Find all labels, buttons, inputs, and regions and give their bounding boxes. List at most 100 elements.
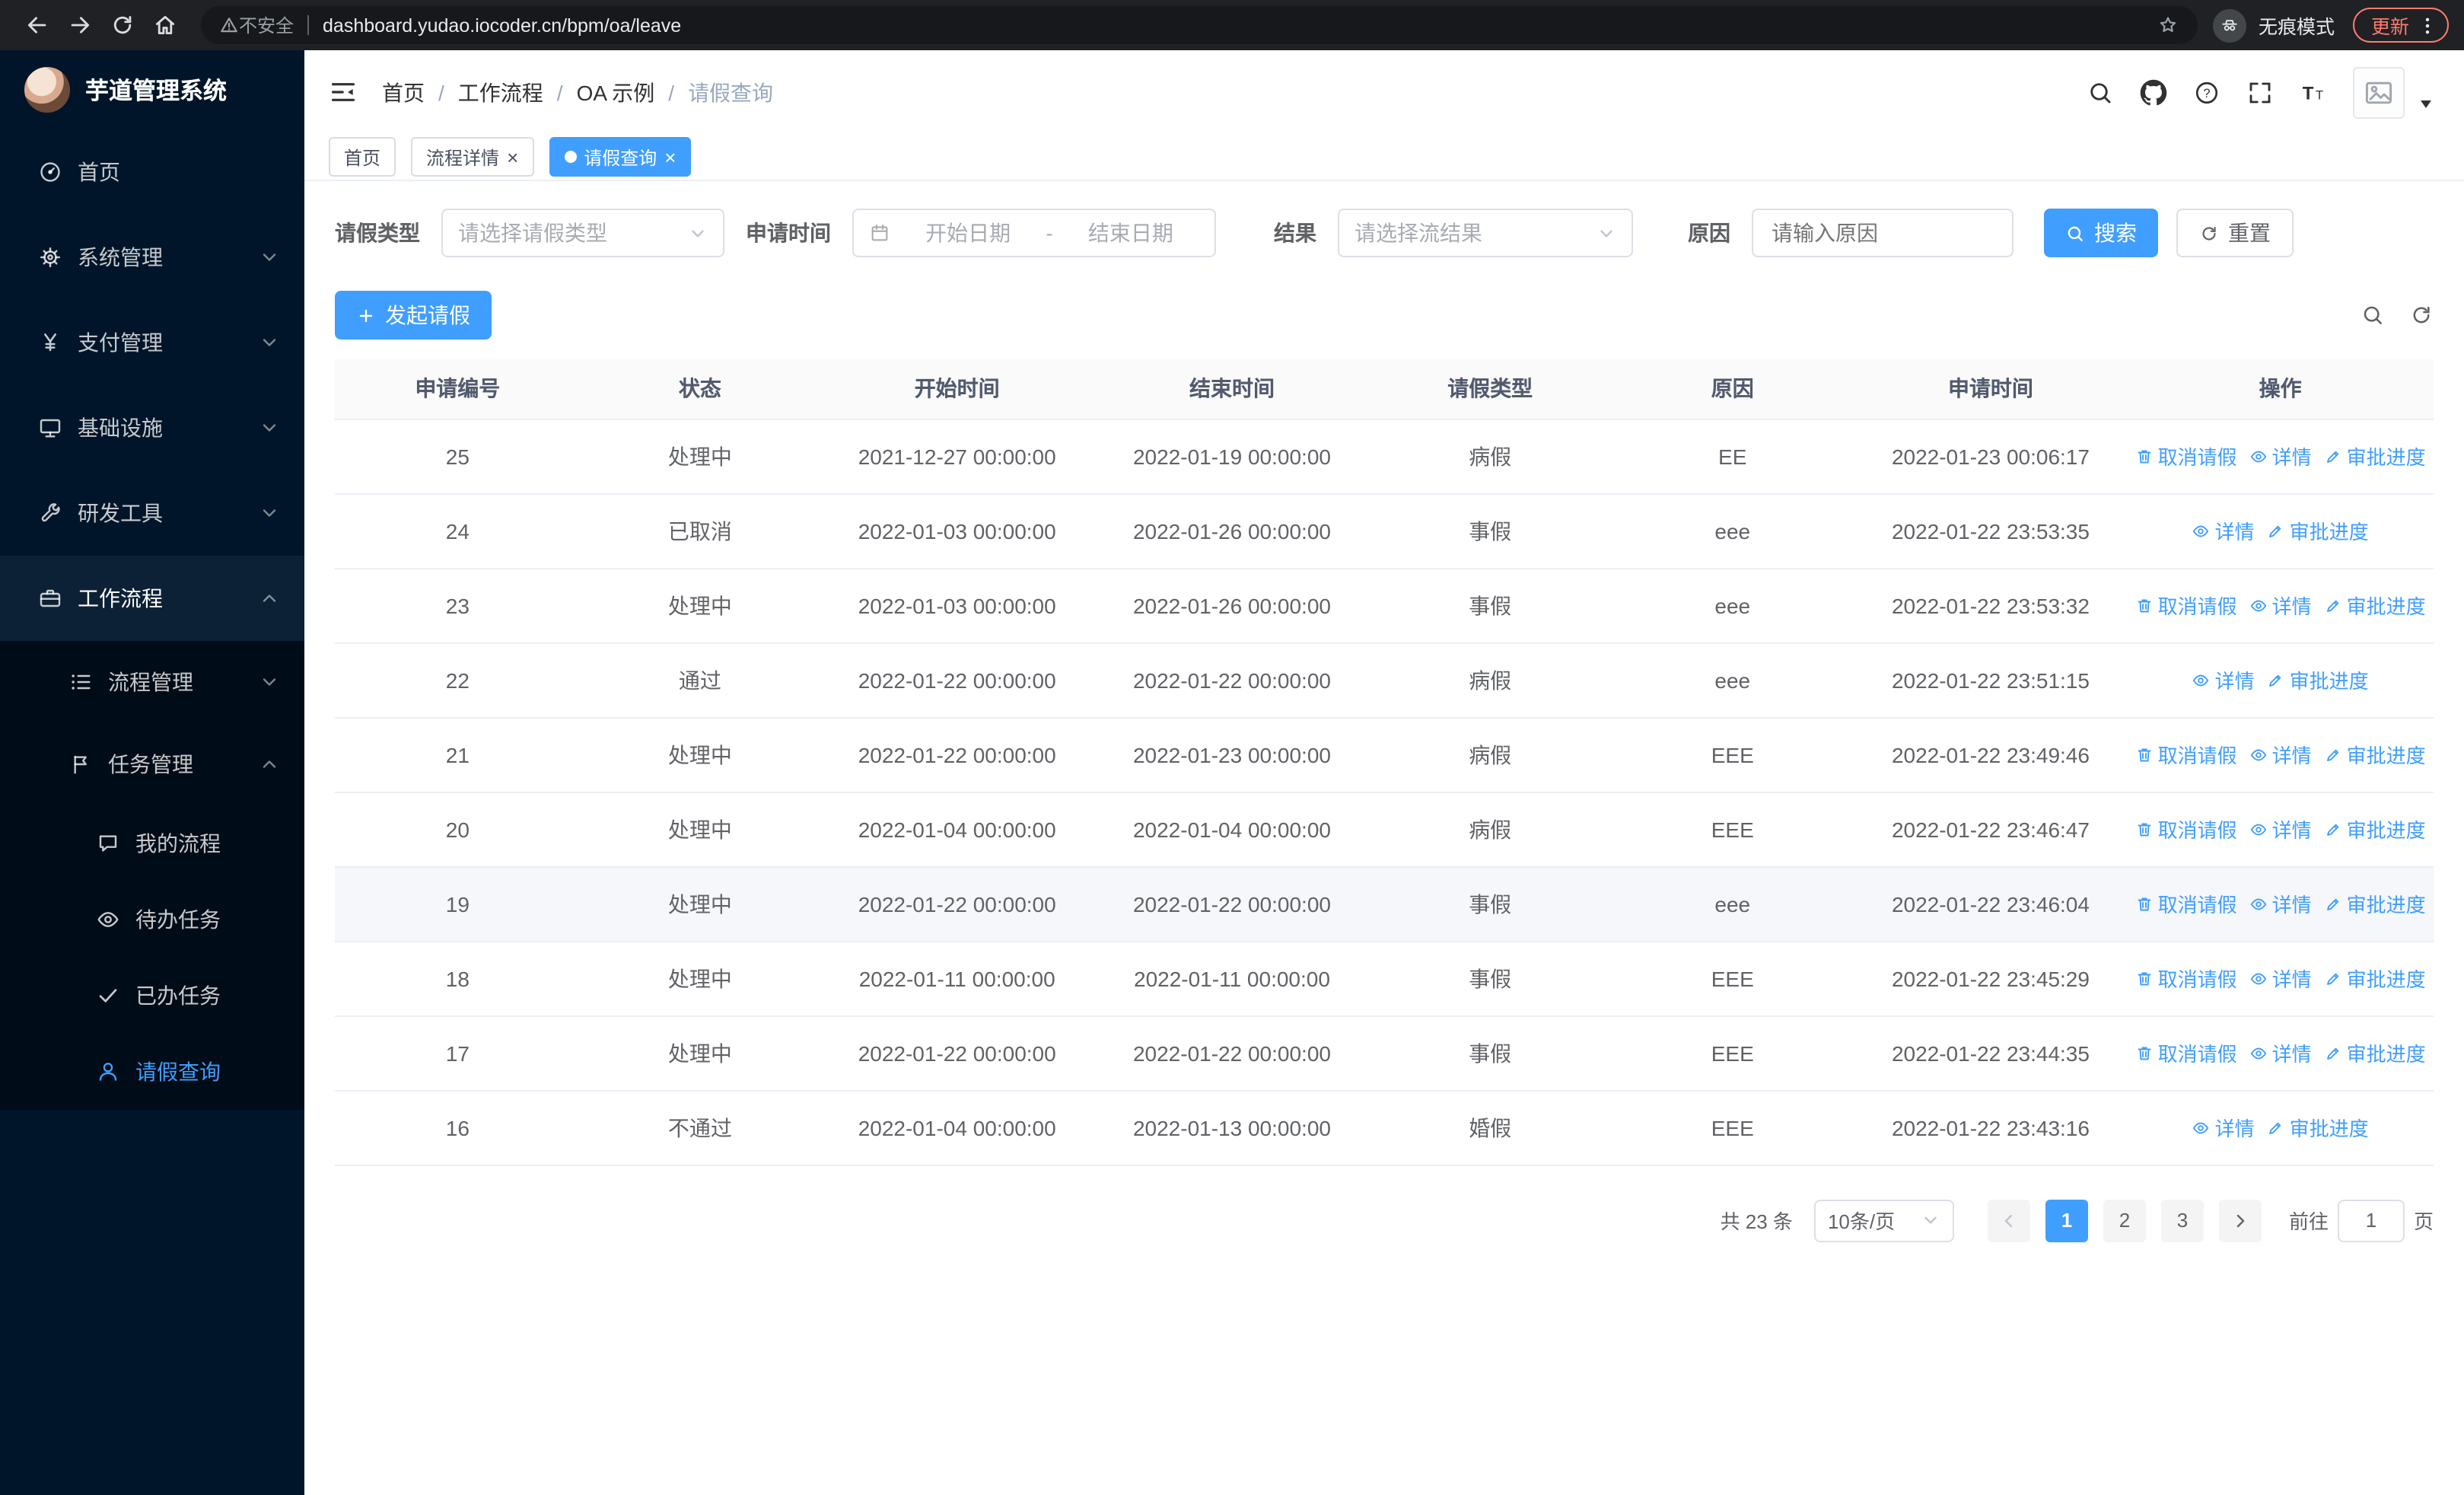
detail-link[interactable]: 详情 (2192, 516, 2255, 545)
breadcrumb-workflow[interactable]: 工作流程 (458, 77, 543, 107)
sidebar-item-task-management[interactable]: 任务管理 (0, 723, 304, 805)
detail-link[interactable]: 详情 (2249, 964, 2312, 993)
help-icon[interactable]: ? (2193, 78, 2220, 106)
page-button-1[interactable]: 1 (2045, 1199, 2088, 1242)
browser-forward-button[interactable] (58, 4, 100, 46)
eye-icon (2250, 972, 2266, 984)
page-button-3[interactable]: 3 (2160, 1199, 2204, 1242)
sidebar-item-devtools[interactable]: 研发工具 (0, 470, 304, 556)
approval-progress-link[interactable]: 审批进度 (2324, 591, 2426, 620)
create-leave-button[interactable]: 发起请假 (335, 291, 492, 339)
cancel-leave-link[interactable]: 取消请假 (2135, 964, 2237, 993)
approval-progress-link[interactable]: 审批进度 (2324, 740, 2426, 769)
sidebar-item-home[interactable]: 首页 (0, 129, 304, 215)
app-logo[interactable]: 芋道管理系统 (0, 50, 304, 129)
cell-reason: EE (1610, 419, 1854, 494)
leave-type-select[interactable]: 请选择请假类型 (441, 209, 724, 257)
approval-progress-link[interactable]: 审批进度 (2324, 814, 2426, 843)
tab-process-detail[interactable]: 流程详情 × (411, 137, 534, 177)
approval-progress-link[interactable]: 审批进度 (2267, 1113, 2369, 1142)
browser-home-button[interactable] (143, 4, 186, 46)
chevron-down-icon (688, 223, 708, 243)
search-icon[interactable] (2087, 78, 2114, 106)
cancel-leave-link[interactable]: 取消请假 (2135, 1038, 2237, 1067)
cell-start-time: 2022-01-22 00:00:00 (820, 866, 1095, 942)
approval-progress-link[interactable]: 审批进度 (2324, 889, 2426, 918)
approval-progress-link[interactable]: 审批进度 (2267, 516, 2369, 545)
cancel-leave-link[interactable]: 取消请假 (2135, 591, 2237, 620)
sidebar-item-payment[interactable]: 支付管理 (0, 300, 304, 385)
collapse-menu-button[interactable] (329, 78, 358, 107)
table-row: 22 通过 2022-01-22 00:00:00 2022-01-22 00:… (335, 642, 2434, 718)
svg-text:T: T (2303, 82, 2314, 103)
cell-apply-id: 19 (335, 866, 581, 942)
table-row: 20 处理中 2022-01-04 00:00:00 2022-01-04 00… (335, 792, 2434, 867)
reason-input[interactable] (1752, 209, 2014, 257)
sidebar-item-label: 系统管理 (78, 245, 163, 269)
start-date-input[interactable]: 开始日期 (899, 218, 1036, 248)
cancel-leave-link[interactable]: 取消请假 (2135, 814, 2237, 843)
caret-down-icon[interactable] (2418, 95, 2434, 110)
chevron-down-icon (259, 247, 280, 268)
address-bar[interactable]: 不安全 dashboard.yudao.iocoder.cn/bpm/oa/le… (201, 6, 2198, 44)
user-avatar[interactable] (2353, 66, 2405, 118)
sidebar-item-system[interactable]: 系统管理 (0, 215, 304, 300)
sidebar-item-label: 我的流程 (135, 831, 221, 856)
next-page-button[interactable] (2218, 1199, 2262, 1242)
detail-link[interactable]: 详情 (2192, 665, 2255, 694)
sidebar-item-done-tasks[interactable]: 已办任务 (0, 958, 304, 1034)
reset-button[interactable]: 重置 (2176, 209, 2294, 257)
browser-back-button[interactable] (15, 4, 58, 46)
search-button[interactable]: 搜索 (2044, 209, 2158, 257)
end-date-input[interactable]: 结束日期 (1062, 218, 1199, 248)
font-size-icon[interactable]: TT (2300, 78, 2327, 106)
cancel-leave-link[interactable]: 取消请假 (2135, 740, 2237, 769)
cell-apply-time: 2022-01-22 23:53:32 (1854, 568, 2128, 643)
goto-page-input[interactable] (2337, 1199, 2405, 1242)
prev-page-button[interactable] (1987, 1199, 2030, 1242)
page-size-select[interactable]: 10条/页 (1813, 1199, 1954, 1242)
result-select[interactable]: 请选择流结果 (1338, 209, 1633, 257)
table-refresh-icon[interactable] (2409, 303, 2434, 327)
page-button-2[interactable]: 2 (2103, 1199, 2146, 1242)
sidebar-item-leave-query[interactable]: 请假查询 (0, 1034, 304, 1110)
table-search-toggle-icon[interactable] (2361, 303, 2385, 327)
sidebar-item-label: 工作流程 (78, 586, 163, 610)
cell-apply-time: 2022-01-22 23:43:16 (1854, 1090, 2128, 1165)
apply-time-range-picker[interactable]: 开始日期 - 结束日期 (852, 209, 1216, 257)
approval-progress-link[interactable]: 审批进度 (2267, 665, 2369, 694)
approval-progress-link[interactable]: 审批进度 (2324, 441, 2426, 470)
detail-link[interactable]: 详情 (2249, 740, 2312, 769)
approval-progress-link[interactable]: 审批进度 (2324, 964, 2426, 993)
app-title: 芋道管理系统 (85, 79, 228, 105)
browser-update-button[interactable]: 更新 (2352, 8, 2449, 43)
close-tab-icon[interactable]: × (507, 147, 518, 167)
fullscreen-icon[interactable] (2246, 78, 2274, 106)
sidebar-item-infrastructure[interactable]: 基础设施 (0, 385, 304, 470)
cancel-leave-link[interactable]: 取消请假 (2135, 889, 2237, 918)
sidebar-item-todo-tasks[interactable]: 待办任务 (0, 881, 304, 958)
cell-reason: EEE (1610, 1015, 1854, 1091)
tab-home[interactable]: 首页 (329, 137, 396, 177)
sidebar-item-process-management[interactable]: 流程管理 (0, 641, 304, 723)
cell-start-time: 2022-01-04 00:00:00 (820, 1090, 1095, 1165)
approval-progress-link[interactable]: 审批进度 (2324, 1038, 2426, 1067)
kebab-menu-icon[interactable] (2417, 14, 2438, 36)
cancel-leave-link[interactable]: 取消请假 (2135, 441, 2237, 470)
detail-link[interactable]: 详情 (2249, 889, 2312, 918)
detail-link[interactable]: 详情 (2249, 591, 2312, 620)
detail-link[interactable]: 详情 (2192, 1113, 2255, 1142)
bookmark-star-icon[interactable] (2157, 14, 2179, 37)
detail-link[interactable]: 详情 (2249, 441, 2312, 470)
trash-icon (2138, 1046, 2151, 1060)
detail-link[interactable]: 详情 (2249, 814, 2312, 843)
breadcrumb-home[interactable]: 首页 (382, 77, 425, 107)
sidebar-item-workflow[interactable]: 工作流程 (0, 556, 304, 641)
detail-link[interactable]: 详情 (2249, 1038, 2312, 1067)
close-tab-icon[interactable]: × (664, 147, 676, 167)
breadcrumb-oa-example[interactable]: OA 示例 (577, 77, 655, 107)
tab-leave-query[interactable]: 请假查询 × (549, 137, 692, 177)
browser-reload-button[interactable] (100, 4, 143, 46)
github-icon[interactable] (2140, 78, 2167, 106)
sidebar-item-my-process[interactable]: 我的流程 (0, 805, 304, 881)
